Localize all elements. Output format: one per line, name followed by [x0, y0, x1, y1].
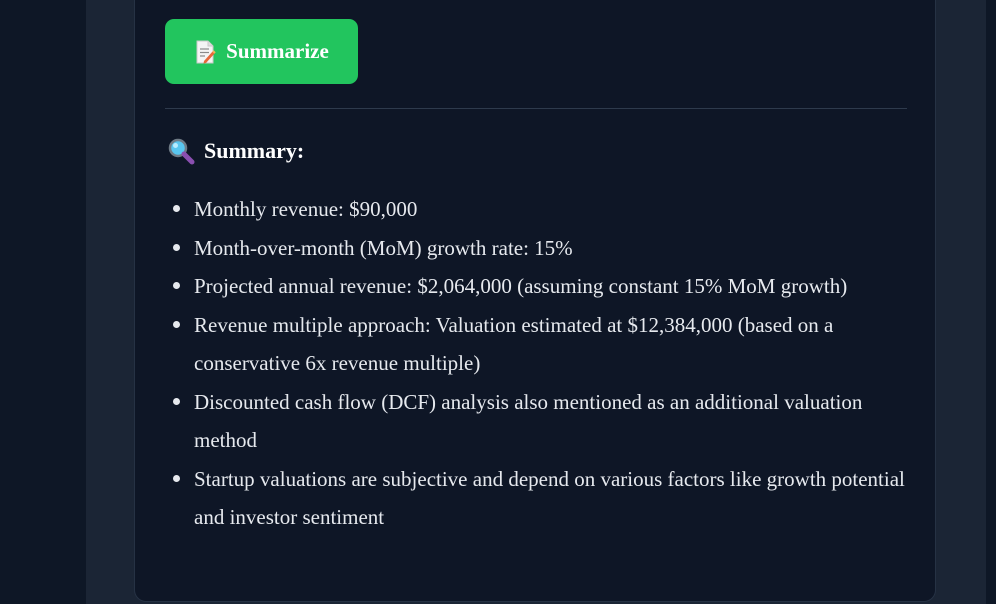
magnifier-icon [167, 137, 195, 165]
list-item: Projected annual revenue: $2,064,000 (as… [173, 267, 906, 306]
list-item: Revenue multiple approach: Valuation est… [173, 306, 906, 383]
list-item: Startup valuations are subjective and de… [173, 460, 906, 537]
list-item: Discounted cash flow (DCF) analysis also… [173, 383, 906, 460]
summary-heading-text: Summary: [204, 138, 305, 163]
memo-icon [194, 40, 216, 64]
summarize-button-label: Summarize [226, 39, 329, 63]
page-background-left [0, 0, 86, 604]
page-background-right [986, 0, 996, 604]
list-item: Monthly revenue: $90,000 [173, 190, 906, 229]
summary-heading: Summary: [167, 136, 304, 166]
list-item: Month-over-month (MoM) growth rate: 15% [173, 229, 906, 268]
summarize-button[interactable]: Summarize [165, 19, 358, 84]
section-divider [165, 108, 907, 109]
summary-list: Monthly revenue: $90,000 Month-over-mont… [173, 190, 906, 537]
